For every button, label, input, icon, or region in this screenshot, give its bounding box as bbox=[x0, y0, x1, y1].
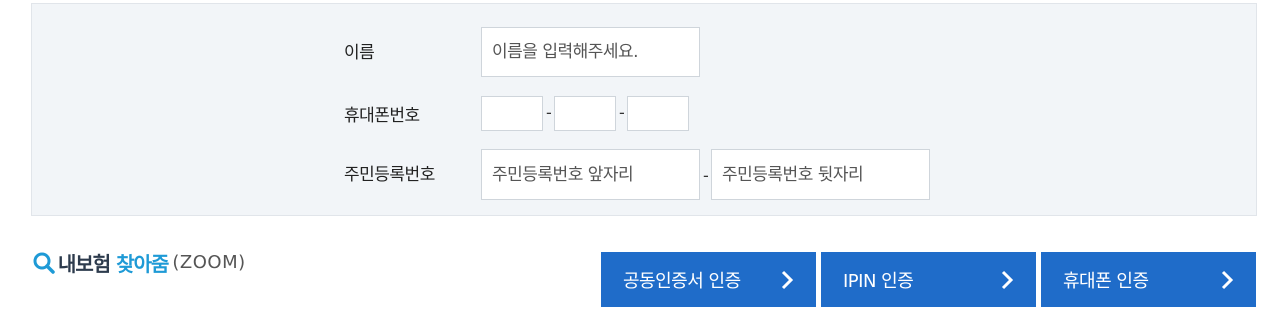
name-label: 이름 bbox=[344, 43, 375, 63]
name-input[interactable] bbox=[481, 27, 700, 77]
search-icon bbox=[32, 251, 56, 275]
certificate-auth-button[interactable]: 공동인증서 인증 bbox=[601, 252, 816, 307]
certificate-auth-label: 공동인증서 인증 bbox=[623, 270, 741, 292]
ipin-auth-button[interactable]: IPIN 인증 bbox=[821, 252, 1036, 307]
phone-separator-1: - bbox=[546, 103, 552, 122]
rrn-label: 주민등록번호 bbox=[344, 165, 435, 185]
zoom-logo: 내보험 찾아줌 (ZOOM) bbox=[32, 248, 246, 277]
phone-auth-label: 휴대폰 인증 bbox=[1063, 270, 1149, 292]
logo-text-part3: (ZOOM) bbox=[172, 252, 246, 273]
logo-text-part2: 찾아줌 bbox=[116, 252, 169, 276]
chevron-right-icon bbox=[1000, 269, 1014, 291]
ipin-auth-label: IPIN 인증 bbox=[843, 270, 914, 292]
phone-label: 휴대폰번호 bbox=[344, 106, 420, 126]
rrn-back-input[interactable] bbox=[711, 149, 930, 200]
logo-text-part1: 내보험 bbox=[58, 252, 111, 276]
phone-auth-button[interactable]: 휴대폰 인증 bbox=[1041, 252, 1256, 307]
rrn-front-input[interactable] bbox=[481, 149, 700, 200]
rrn-separator: - bbox=[703, 166, 709, 185]
chevron-right-icon bbox=[1220, 269, 1234, 291]
phone-separator-2: - bbox=[619, 103, 625, 122]
chevron-right-icon bbox=[780, 269, 794, 291]
phone-part2-input[interactable] bbox=[554, 96, 616, 131]
phone-part3-input[interactable] bbox=[627, 96, 689, 131]
phone-part1-input[interactable] bbox=[481, 96, 543, 131]
